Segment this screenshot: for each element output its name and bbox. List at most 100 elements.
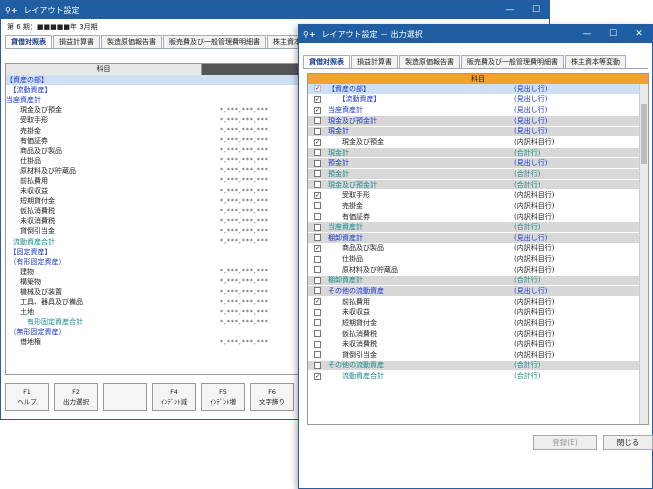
- output-checkbox[interactable]: ✓: [314, 244, 321, 252]
- list-item[interactable]: 仕掛品 (内訳科目行): [308, 254, 639, 265]
- list-item[interactable]: 有価証券 (内訳科目行): [308, 212, 639, 223]
- output-checkbox[interactable]: [314, 234, 321, 242]
- output-checkbox[interactable]: [314, 351, 321, 359]
- output-checkbox[interactable]: [314, 308, 321, 316]
- output-checkbox[interactable]: [314, 319, 321, 327]
- list-item[interactable]: ✓ 【流動資産】 (見出し行): [308, 95, 639, 106]
- register-button[interactable]: 登録(E): [533, 435, 597, 450]
- row-amount: *,***,***,***: [220, 157, 269, 165]
- row-label: 仮払消費税: [6, 207, 55, 216]
- list-item[interactable]: その他の流動資産 (合計行): [308, 360, 639, 372]
- list-item[interactable]: その他の流動資産 (見出し行): [308, 286, 639, 297]
- list-item[interactable]: 未収収益 (内訳科目行): [308, 307, 639, 319]
- row-label: 仕掛品: [6, 156, 41, 165]
- output-checkbox[interactable]: ✓: [314, 95, 321, 103]
- list-item[interactable]: 現金及び預金計 (見出し行): [308, 115, 639, 127]
- list-item[interactable]: ✓ 現金及び預金 (内訳科目行): [308, 137, 639, 148]
- output-checkbox[interactable]: [314, 170, 321, 178]
- output-checkbox[interactable]: [314, 117, 321, 125]
- close-icon[interactable]: ✕: [626, 29, 652, 39]
- output-selection-grid[interactable]: 科目 ✓ 【資産の部】 (見出し行) ✓ 【流動資産】 (見出し行) ✓ 当座資産計 (見出し…: [307, 73, 649, 425]
- list-item[interactable]: 仮払消費税 (内訳科目行): [308, 329, 639, 340]
- tab-3[interactable]: 販売費及び一般管理費明細書: [163, 35, 266, 48]
- row-label: 売掛金: [328, 201, 363, 210]
- close-button[interactable]: 閉じる: [603, 435, 653, 450]
- output-checkbox[interactable]: [314, 149, 321, 157]
- output-checkbox[interactable]: [314, 181, 321, 189]
- output-checkbox[interactable]: [314, 202, 321, 210]
- scrollbar-thumb[interactable]: [641, 104, 647, 164]
- tab-2[interactable]: 製造原価報告書: [399, 55, 460, 68]
- row-amount: *,***,***,***: [220, 308, 269, 316]
- function-key-1[interactable]: F1 ヘルプ: [5, 383, 49, 411]
- list-item[interactable]: 売掛金 (内訳科目行): [308, 201, 639, 212]
- row-label: 土地: [6, 308, 34, 317]
- list-item[interactable]: 現金計 (合計行): [308, 147, 639, 159]
- tab-0[interactable]: 貸借対照表: [5, 35, 52, 48]
- tab-0[interactable]: 貸借対照表: [303, 55, 350, 68]
- output-checkbox[interactable]: ✓: [314, 138, 321, 146]
- list-item[interactable]: 短期貸付金 (内訳科目行): [308, 318, 639, 329]
- function-key-6[interactable]: F6 文字飾り: [250, 383, 294, 411]
- minimize-icon[interactable]: —: [497, 5, 523, 15]
- output-checkbox[interactable]: [314, 159, 321, 167]
- row-amount: *,***,***,***: [220, 197, 269, 205]
- row-amount: *,***,***,***: [220, 318, 269, 326]
- output-checkbox[interactable]: [314, 127, 321, 135]
- list-item[interactable]: ✓ 商品及び製品 (内訳科目行): [308, 244, 639, 255]
- list-item[interactable]: ✓ 前払費用 (内訳科目行): [308, 297, 639, 308]
- output-checkbox[interactable]: ✓: [314, 85, 321, 93]
- list-item[interactable]: 原材料及び貯蔵品 (内訳科目行): [308, 265, 639, 276]
- list-item[interactable]: ✓ 流動資産合計 (合計行): [308, 371, 639, 382]
- list-item[interactable]: 貸倒引当金 (内訳科目行): [308, 350, 639, 361]
- output-checkbox[interactable]: ✓: [314, 106, 321, 114]
- row-amount: *,***,***,***: [220, 167, 269, 175]
- output-checkbox[interactable]: ✓: [314, 298, 321, 306]
- list-item[interactable]: 当座資産計 (合計行): [308, 222, 639, 233]
- function-key-3[interactable]: [103, 383, 147, 411]
- maximize-icon[interactable]: ☐: [600, 29, 626, 39]
- tab-1[interactable]: 損益計算書: [53, 35, 100, 48]
- row-label: 流動資産合計: [6, 237, 55, 246]
- output-checkbox[interactable]: [314, 330, 321, 338]
- list-item[interactable]: 現金及び預金計 (合計行): [308, 179, 639, 191]
- minimize-icon[interactable]: —: [574, 29, 600, 39]
- row-label: 【流動資産】: [328, 95, 381, 104]
- row-label: 借地権: [6, 338, 41, 347]
- list-item[interactable]: 預金計 (見出し行): [308, 158, 639, 170]
- tab-2[interactable]: 製造原価報告書: [101, 35, 162, 48]
- output-checkbox[interactable]: ✓: [314, 191, 321, 199]
- row-amount: *,***,***,***: [220, 147, 269, 155]
- function-key-bar: F1ヘルプF2出力選択F4ｲﾝﾃﾞﾝﾄ減F5ｲﾝﾃﾞﾝﾄ増F6文字飾りF7名称: [5, 383, 348, 411]
- vertical-scrollbar[interactable]: [639, 84, 648, 424]
- list-item[interactable]: 預金計 (合計行): [308, 169, 639, 180]
- list-item[interactable]: ✓ 受取手形 (内訳科目行): [308, 190, 639, 202]
- list-item[interactable]: 棚卸資産計 (見出し行): [308, 232, 639, 244]
- output-checkbox[interactable]: [314, 266, 321, 274]
- output-checkbox[interactable]: ✓: [314, 372, 321, 380]
- tab-3[interactable]: 販売費及び一般管理費明細書: [461, 55, 564, 68]
- list-item[interactable]: ✓ 【資産の部】 (見出し行): [308, 84, 639, 95]
- output-checkbox[interactable]: [314, 287, 321, 295]
- list-item[interactable]: 現金計 (見出し行): [308, 126, 639, 138]
- row-label: 棚卸資産計: [328, 276, 363, 285]
- output-checkbox[interactable]: [314, 223, 321, 231]
- function-key-number: F2: [72, 388, 80, 396]
- function-key-2[interactable]: F2 出力選択: [54, 383, 98, 411]
- list-item[interactable]: ✓ 当座資産計 (見出し行): [308, 105, 639, 116]
- maximize-icon[interactable]: ☐: [523, 5, 549, 15]
- output-checkbox[interactable]: [314, 276, 321, 284]
- tab-4[interactable]: 株主資本等変動: [565, 55, 626, 68]
- function-key-4[interactable]: F4 ｲﾝﾃﾞﾝﾄ減: [152, 383, 196, 411]
- output-checkbox[interactable]: [314, 255, 321, 263]
- row-label: 現金及び預金計: [328, 116, 377, 125]
- list-item[interactable]: 棚卸資産計 (合計行): [308, 275, 639, 287]
- output-checkbox[interactable]: [314, 213, 321, 220]
- list-item[interactable]: 未収消費税 (内訳科目行): [308, 339, 639, 351]
- function-key-5[interactable]: F5 ｲﾝﾃﾞﾝﾄ増: [201, 383, 245, 411]
- row-amount: *,***,***,***: [220, 116, 269, 124]
- output-checkbox[interactable]: [314, 340, 321, 348]
- output-checkbox[interactable]: [314, 361, 321, 369]
- row-label: 現金計: [328, 148, 349, 157]
- tab-1[interactable]: 損益計算書: [351, 55, 398, 68]
